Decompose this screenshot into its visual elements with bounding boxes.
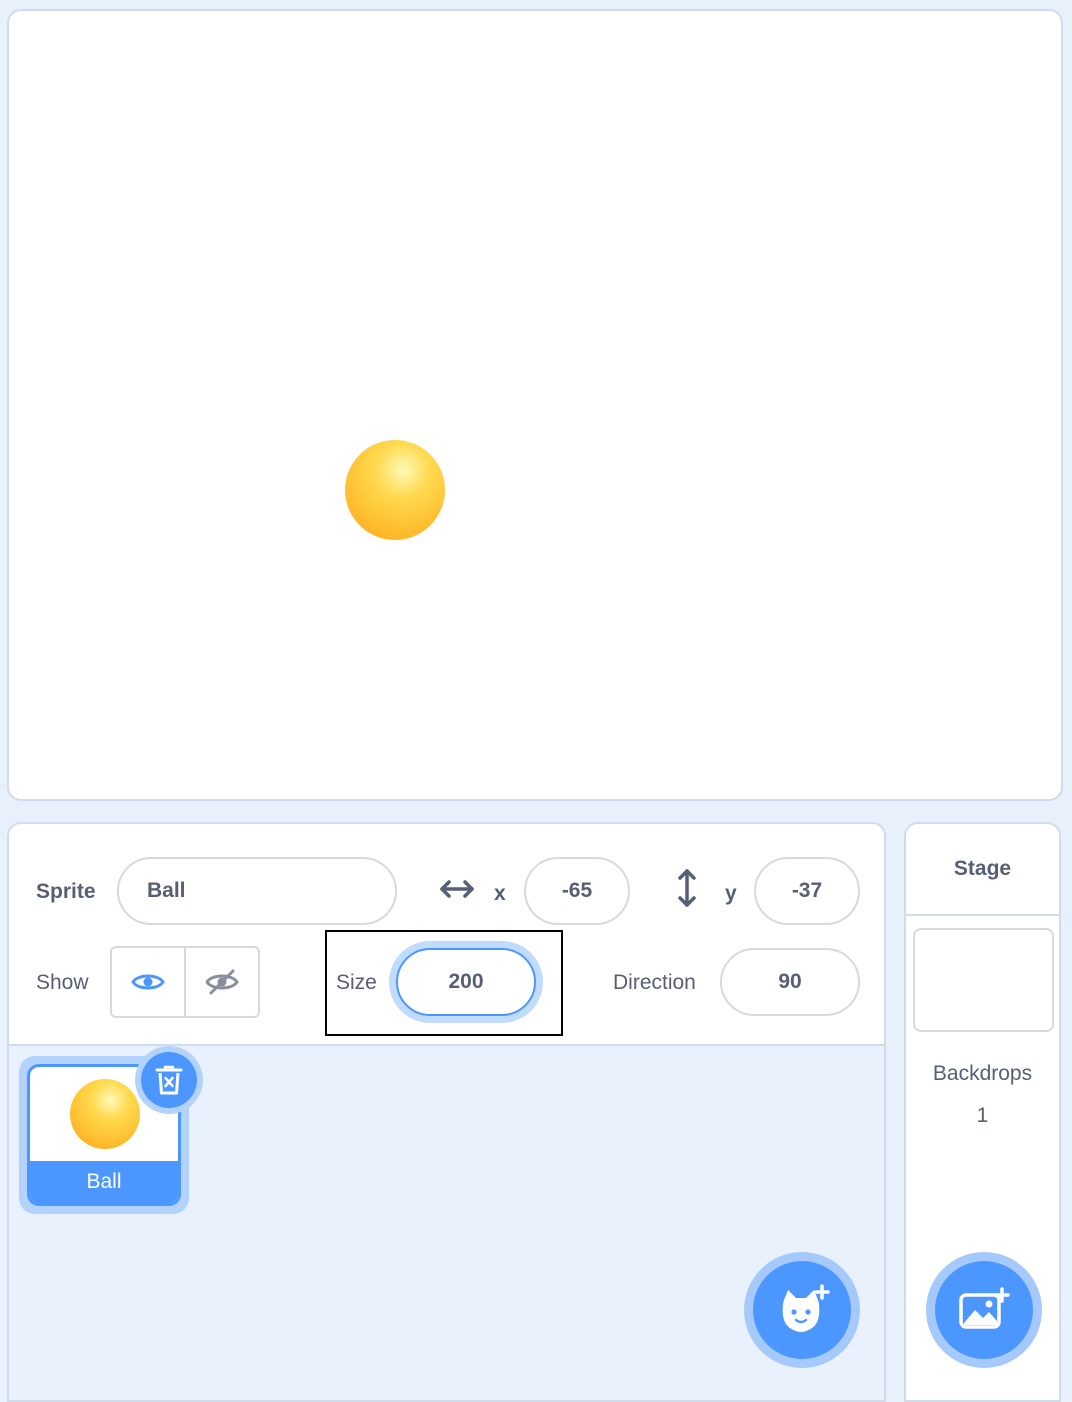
stage-title: Stage [906,824,1059,916]
eye-slash-icon [205,969,239,995]
sprite-tile-label: Ball [30,1161,178,1203]
backdrops-count: 1 [976,1104,989,1127]
sprite-name-field[interactable]: Ball [117,857,397,925]
backdrops-label: Backdrops [932,1062,1033,1085]
y-position-field[interactable]: -37 [754,857,860,925]
show-visible-button[interactable] [112,948,184,1016]
direction-label: Direction [613,971,696,994]
show-label: Show [36,971,89,994]
stage-target-pane: Stage Backdrops 1 [904,822,1061,1402]
sprite-label: Sprite [36,880,96,903]
y-label: y [725,882,737,905]
show-hidden-button[interactable] [184,948,258,1016]
sprite-info-panel: Sprite Ball x -65 y -37 Show Size 200 Di… [9,824,884,1046]
add-sprite-button[interactable] [744,1252,860,1368]
eye-icon [131,971,165,993]
stage-canvas[interactable] [7,9,1063,801]
sprite-pane: Sprite Ball x -65 y -37 Show Size 200 Di… [7,822,886,1402]
ball-thumbnail [70,1079,140,1149]
vertical-arrow-icon [676,868,698,908]
add-backdrop-button[interactable] [926,1252,1042,1368]
x-position-field[interactable]: -65 [524,857,630,925]
horizontal-arrow-icon [439,878,475,900]
backdrop-thumbnail[interactable] [913,928,1054,1032]
trash-icon [155,1064,183,1096]
delete-sprite-button[interactable] [135,1046,203,1114]
x-label: x [494,882,506,905]
show-toggle-group [110,946,260,1018]
image-plus-icon [958,1287,1010,1333]
cat-plus-icon [774,1284,830,1336]
focus-highlight-box [325,930,563,1036]
ball-sprite[interactable] [345,440,445,540]
direction-field[interactable]: 90 [720,948,860,1016]
